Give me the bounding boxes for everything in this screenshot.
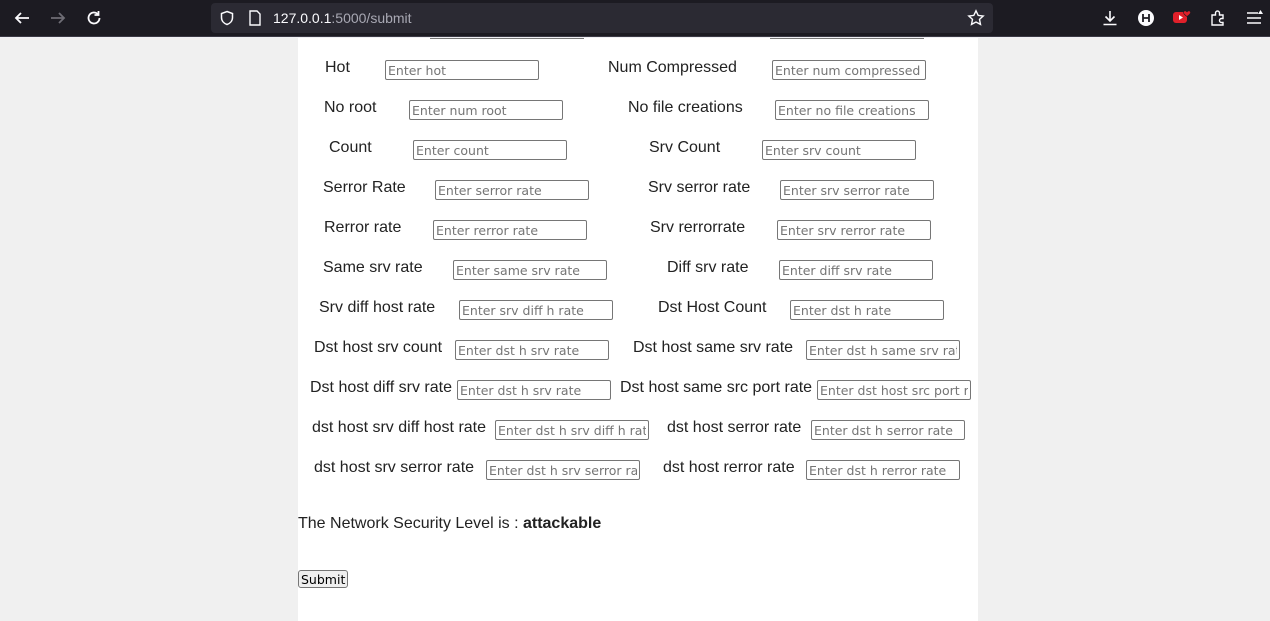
field-label: Dst host same src port rate xyxy=(620,379,813,396)
field-input[interactable] xyxy=(817,380,971,400)
field-label: dst host srv diff host rate xyxy=(312,419,487,436)
field-input[interactable] xyxy=(806,340,960,360)
submit-button[interactable]: Submit xyxy=(298,570,349,588)
security-level-result: The Network Security Level is : attackab… xyxy=(298,515,601,533)
field-label: Dst host diff srv rate xyxy=(310,379,452,396)
partial-input-left[interactable] xyxy=(430,38,584,39)
back-icon[interactable] xyxy=(12,8,32,28)
field-label: Srv rerrorrate xyxy=(650,219,746,236)
field-input[interactable] xyxy=(459,300,613,320)
field-input[interactable] xyxy=(772,60,926,80)
field-input[interactable] xyxy=(780,180,934,200)
field-label: Num Compressed xyxy=(608,59,737,76)
field-label: No root xyxy=(324,99,377,116)
field-input[interactable] xyxy=(435,180,589,200)
field-input[interactable] xyxy=(762,140,916,160)
field-label: Serror Rate xyxy=(323,179,406,196)
extensions-puzzle-icon[interactable] xyxy=(1208,8,1228,28)
forward-icon[interactable] xyxy=(48,8,68,28)
menu-icon[interactable] xyxy=(1244,8,1264,28)
field-input[interactable] xyxy=(457,380,611,400)
field-input[interactable] xyxy=(453,260,607,280)
field-input[interactable] xyxy=(455,340,609,360)
field-label: Same srv rate xyxy=(323,259,423,276)
partial-input-right[interactable] xyxy=(770,38,924,39)
field-label: Count xyxy=(329,139,372,156)
page-viewport: Hot Num Compressed No root No file creation… xyxy=(0,38,1270,621)
url-text[interactable]: 127.0.0.1:5000/submit xyxy=(273,10,412,26)
field-label: Dst host srv count xyxy=(314,339,443,356)
downloads-icon[interactable] xyxy=(1100,8,1120,28)
result-value: attackable xyxy=(522,515,602,532)
field-label: No file creations xyxy=(628,99,743,116)
field-label: Srv diff host rate xyxy=(319,299,436,316)
field-label: Srv serror rate xyxy=(648,179,751,196)
field-input[interactable] xyxy=(777,220,931,240)
url-bar[interactable]: 127.0.0.1:5000/submit xyxy=(211,3,993,33)
form-card: Hot Num Compressed No root No file creation… xyxy=(298,38,978,621)
field-input[interactable] xyxy=(409,100,563,120)
field-label: dst host srv serror rate xyxy=(314,459,475,476)
field-label: dst host serror rate xyxy=(667,419,802,436)
field-input[interactable] xyxy=(495,420,649,440)
extension-heart-icon[interactable] xyxy=(1172,8,1192,28)
field-input[interactable] xyxy=(806,460,960,480)
page-icon xyxy=(245,8,265,28)
field-input[interactable] xyxy=(775,100,929,120)
bookmark-star-icon[interactable] xyxy=(966,8,986,28)
field-input[interactable] xyxy=(486,460,640,480)
reload-icon[interactable] xyxy=(84,8,104,28)
field-input[interactable] xyxy=(433,220,587,240)
field-input[interactable] xyxy=(779,260,933,280)
shield-icon[interactable] xyxy=(217,8,237,28)
field-label: Dst host same srv rate xyxy=(633,339,794,356)
field-label: Hot xyxy=(325,59,350,76)
field-label: Srv Count xyxy=(649,139,721,156)
field-label: dst host rerror rate xyxy=(663,459,795,476)
browser-toolbar: 127.0.0.1:5000/submit xyxy=(0,0,1270,37)
field-label: Dst Host Count xyxy=(658,299,767,316)
account-icon[interactable] xyxy=(1136,8,1156,28)
field-input[interactable] xyxy=(811,420,965,440)
field-input[interactable] xyxy=(413,140,567,160)
result-prefix: The Network Security Level is : xyxy=(298,515,523,532)
field-input[interactable] xyxy=(385,60,539,80)
field-label: Rerror rate xyxy=(324,219,402,236)
field-label: Diff srv rate xyxy=(667,259,749,276)
field-input[interactable] xyxy=(790,300,944,320)
